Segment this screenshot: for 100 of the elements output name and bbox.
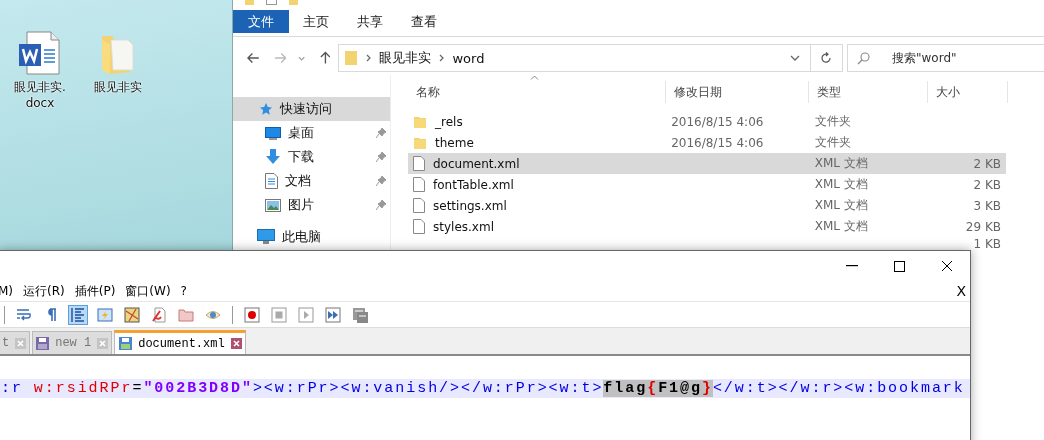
fast-forward-icon [325, 306, 341, 323]
down-arrow-icon [265, 149, 281, 165]
file-type: XML 文档 [814, 177, 868, 191]
column-header[interactable]: 类型 [817, 83, 841, 101]
pin-icon[interactable] [376, 176, 386, 186]
search-field[interactable]: 搜索"word" [847, 44, 1044, 72]
file-icon [413, 219, 425, 234]
pen-document-icon [151, 306, 167, 323]
file-type: XML 文档 [814, 156, 868, 170]
pin-icon[interactable] [376, 200, 386, 210]
breadcrumb-item[interactable]: word [452, 50, 485, 66]
menu-item[interactable]: 插件(P) [74, 282, 116, 300]
toolbar-button[interactable] [68, 304, 88, 325]
menu-item[interactable]: 运行(R) [23, 282, 65, 300]
chevron-right-icon [439, 54, 445, 62]
folder-icon [413, 135, 427, 150]
file-size: 2 KB [973, 156, 1001, 171]
record-icon [244, 306, 260, 323]
breadcrumb-item[interactable]: 眼见非实 [379, 49, 432, 67]
desktop-icon-label: 眼见非实 [93, 79, 143, 95]
nav-item[interactable]: 图片 [233, 193, 390, 217]
play-icon [298, 306, 314, 323]
file-row[interactable]: document.xml XML 文档 2 KB [408, 153, 1006, 174]
nav-item[interactable]: 此电脑 [233, 225, 390, 249]
minimize-icon[interactable] [846, 265, 858, 267]
file-name: styles.xml [433, 219, 494, 234]
file-name: settings.xml [433, 198, 507, 213]
file-row[interactable]: fontTable.xml XML 文档 2 KB [408, 174, 1006, 195]
menu-item[interactable]: 窗口(W) [125, 282, 171, 300]
maximize-icon[interactable] [894, 260, 905, 272]
picture-icon [265, 198, 281, 212]
up-arrow-icon[interactable] [319, 51, 331, 65]
file-icon [413, 198, 425, 213]
file-name: document.xml [433, 156, 520, 171]
file-size: 1 KB [973, 237, 1001, 251]
folder-icon [178, 306, 194, 323]
toolbar-button[interactable] [296, 304, 316, 325]
ribbon-tab[interactable]: 共享 [343, 10, 397, 33]
file-row[interactable]: styles.xml XML 文档 29 KB [408, 216, 1006, 237]
file-type: XML 文档 [814, 198, 868, 212]
menu-item[interactable]: ? [180, 284, 187, 298]
sort-caret-icon [530, 75, 539, 80]
toolbar-button[interactable] [269, 304, 289, 325]
refresh-button[interactable] [810, 44, 843, 72]
chevron-down-icon[interactable] [298, 55, 306, 61]
ribbon-tab[interactable]: 主页 [289, 10, 343, 33]
chevron-right-icon [366, 54, 372, 62]
file-icon [413, 177, 425, 192]
pin-icon[interactable] [376, 152, 386, 162]
file-row[interactable]: 1 KB [408, 237, 1006, 250]
file-name: theme [435, 135, 474, 150]
file-name: fontTable.xml [433, 177, 514, 192]
chevron-down-icon[interactable] [789, 55, 800, 61]
folder-icon [413, 114, 427, 129]
file-size: 2 KB [973, 177, 1001, 192]
file-type: 文件夹 [814, 114, 851, 128]
close-document-button[interactable]: X [956, 283, 966, 299]
nav-item[interactable]: 快速访问 [233, 97, 390, 121]
search-icon [857, 52, 870, 65]
close-icon[interactable] [941, 260, 953, 272]
folder-icon [289, 0, 298, 5]
modified-date: 2016/8/15 4:06 [671, 114, 764, 129]
ribbon-tab[interactable]: 查看 [397, 10, 451, 33]
stop-icon [271, 306, 287, 323]
address-bar[interactable]: 眼见非实 word [338, 44, 811, 72]
column-header[interactable]: 名称 [416, 83, 440, 101]
file-name: _rels [435, 114, 463, 129]
toolbar-button[interactable] [242, 304, 262, 325]
editor-tab[interactable]: document.xml [114, 330, 246, 354]
ribbon-tab[interactable]: 文件 [233, 10, 289, 33]
column-header[interactable]: 大小 [936, 83, 960, 101]
back-arrow-icon[interactable] [247, 52, 260, 64]
file-row[interactable]: theme 2016/8/15 4:06 文件夹 [408, 132, 1006, 153]
folder-icon [344, 50, 359, 66]
nav-item[interactable]: 文档 [233, 169, 390, 193]
toolbar-button[interactable] [122, 304, 142, 325]
folder-icon [245, 0, 254, 5]
file-size: 29 KB [965, 219, 1001, 234]
computer-icon [257, 229, 275, 245]
word-document-icon[interactable] [18, 30, 62, 76]
file-type: XML 文档 [814, 219, 868, 233]
editor-tab[interactable]: new 1 [32, 331, 113, 354]
stacked-windows-icon [352, 306, 368, 323]
file-row[interactable]: settings.xml XML 文档 3 KB [408, 195, 1006, 216]
nav-item[interactable]: 桌面 [233, 121, 390, 145]
file-size: 3 KB [973, 198, 1001, 213]
map-icon [124, 306, 140, 323]
modified-date: 2016/8/15 4:06 [671, 135, 764, 150]
wrap-lines-icon [16, 306, 32, 323]
desktop-icon-label: 眼见非实.docx [13, 79, 67, 111]
column-header[interactable]: 修改日期 [674, 83, 722, 101]
monitor-icon [265, 126, 281, 140]
file-type: 文件夹 [814, 135, 851, 149]
toolbar-button[interactable] [323, 304, 343, 325]
file-row[interactable]: _rels 2016/8/15 4:06 文件夹 [408, 111, 1006, 132]
menu-item[interactable]: M) [0, 284, 14, 298]
nav-item[interactable]: 下载 [233, 145, 390, 169]
toolbar-button[interactable] [149, 304, 169, 325]
document-icon [265, 173, 278, 189]
pin-icon[interactable] [376, 128, 386, 138]
